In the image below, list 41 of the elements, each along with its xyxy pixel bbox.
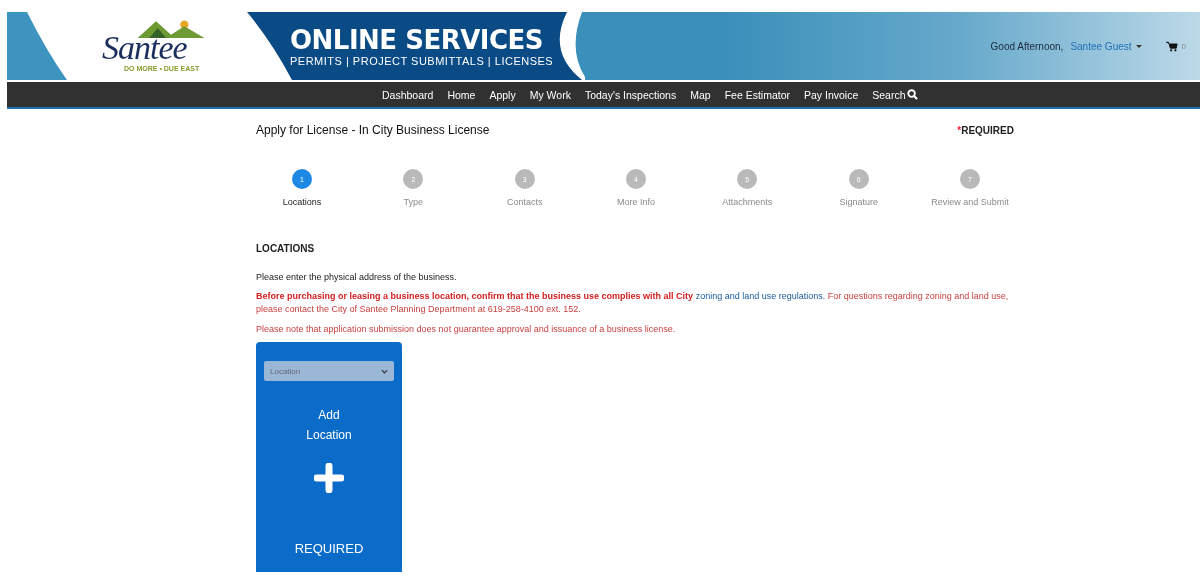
page-title: Apply for License - In City Business License	[256, 123, 490, 137]
warning-text: Before purchasing or leasing a business location, confirm that the business use complies with all City zoning and land use regulations. For questions regarding zoning and land use, please contact the City of Santee Planning Department at 619-258-4100 ext. 152.	[256, 290, 1010, 316]
caret-icon	[1135, 44, 1142, 48]
nav-link[interactable]: Today's Inspections	[577, 88, 684, 101]
regulations-link[interactable]: zoning and land use regulations.	[695, 291, 826, 301]
step-label[interactable]: Attachments	[722, 197, 773, 207]
plus-icon	[314, 463, 344, 493]
nav-link[interactable]: Pay Invoice	[797, 88, 866, 101]
banner-title: ONLINE SERVICES	[290, 25, 545, 55]
location-select[interactable]: Location	[264, 361, 394, 381]
required-status: REQUIRED	[294, 541, 364, 556]
search-link[interactable]: Search	[865, 88, 925, 101]
search-icon	[906, 89, 918, 100]
banner-subtitle: PERMITS | PROJECT SUBMITTALS | LICENSES	[290, 55, 554, 67]
step-label[interactable]: Type	[403, 197, 424, 207]
nav-link[interactable]: My Work	[522, 88, 578, 101]
step-label[interactable]: Review and Submit	[931, 197, 1009, 207]
logo-text: Santee	[102, 30, 187, 66]
nav-link[interactable]: Dashboard	[375, 88, 441, 101]
step-label[interactable]: Locations	[282, 197, 322, 207]
required-asterisk: *	[957, 124, 962, 136]
step-label[interactable]: Signature	[839, 197, 878, 207]
intro-text: Please enter the physical address of the business.	[256, 272, 458, 282]
note-text: Please note that application submission does not guarantee approval and issuance of a business license.	[256, 324, 677, 334]
nav-link[interactable]: Fee Estimator	[717, 88, 797, 101]
section-heading: LOCATIONS	[256, 243, 316, 254]
step-label[interactable]: Contacts	[506, 197, 543, 207]
required-label: REQUIRED	[961, 124, 1014, 136]
add-location-card[interactable]: Location Add Location REQUIRED	[256, 342, 402, 572]
card-title: Location	[306, 427, 352, 444]
user-menu-link[interactable]: Santee Guest	[1070, 40, 1132, 52]
cart-count: 0	[1181, 41, 1186, 51]
nav-link[interactable]: Home	[440, 88, 483, 101]
mountain-icon	[137, 18, 205, 38]
step-label[interactable]: More Info	[616, 197, 655, 207]
chevron-icon	[381, 368, 388, 374]
cart-icon[interactable]	[1165, 40, 1178, 52]
greeting-text: Good Afternoon,	[990, 40, 1064, 52]
card-title: Add	[318, 407, 340, 424]
nav-link[interactable]: Map	[683, 88, 718, 101]
nav-link[interactable]: Apply	[482, 88, 523, 101]
